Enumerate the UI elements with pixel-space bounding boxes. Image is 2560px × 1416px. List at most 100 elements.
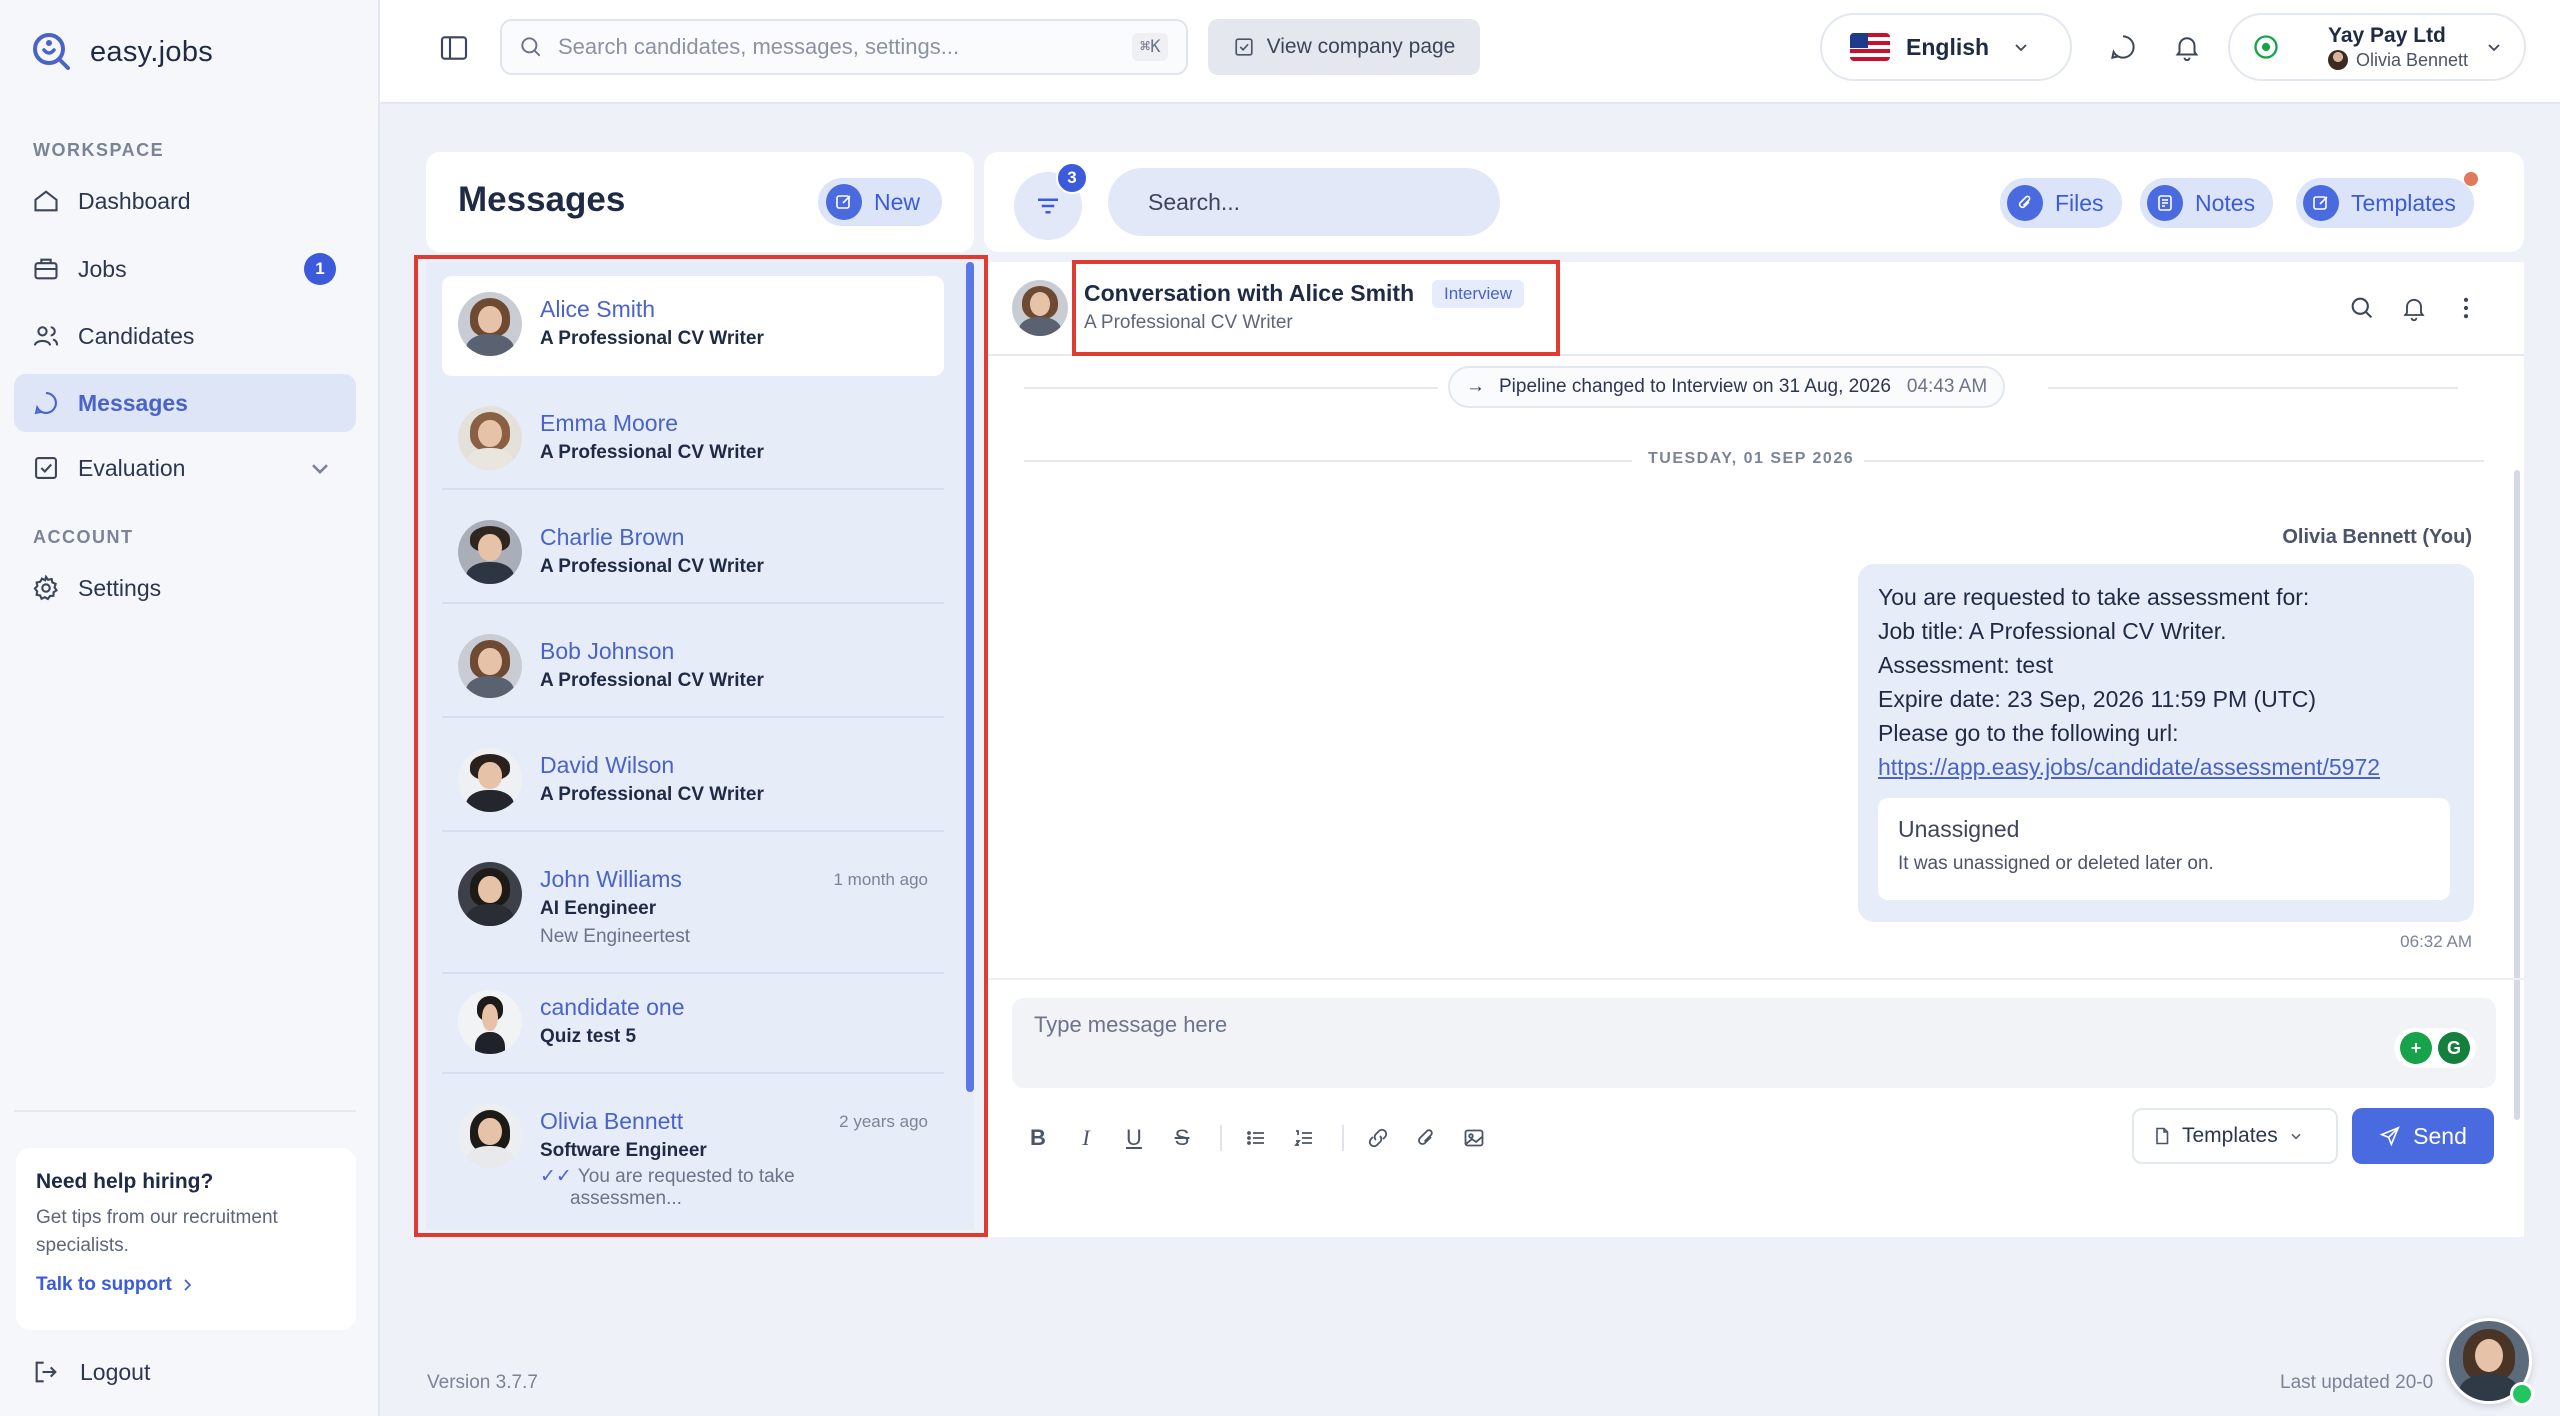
- conversation-header: Conversation with Alice Smith Interview …: [984, 262, 2524, 356]
- chat-icon: [34, 392, 57, 415]
- underline-icon[interactable]: U: [1120, 1124, 1148, 1152]
- sidebar-item-dashboard[interactable]: Dashboard: [14, 172, 356, 230]
- divider: [1220, 1125, 1222, 1151]
- list-item[interactable]: Emma Moore A Professional CV Writer: [442, 390, 944, 490]
- account-user-name: Olivia Bennett: [2356, 49, 2469, 70]
- sidebar-item-evaluation[interactable]: Evaluation: [14, 439, 356, 497]
- conversation-search-input[interactable]: [1108, 168, 1500, 236]
- image-icon[interactable]: [1460, 1124, 1488, 1152]
- list-item[interactable]: Alice Smith A Professional CV Writer: [442, 276, 944, 376]
- talk-to-support-link[interactable]: Talk to support: [36, 1274, 336, 1296]
- insert-template-dropdown[interactable]: Templates: [2132, 1108, 2338, 1164]
- sidebar: easy.jobs WORKSPACE Dashboard Jobs 1 Can…: [0, 0, 380, 1416]
- list-item[interactable]: John Williams 1 month ago AI Eengineer N…: [442, 846, 944, 974]
- messages-header: Messages New: [426, 152, 974, 252]
- paperclip-icon[interactable]: [1412, 1124, 1440, 1152]
- ai-assist-icon[interactable]: +: [2400, 1032, 2432, 1064]
- sidebar-item-candidates[interactable]: Candidates: [14, 307, 356, 365]
- link-icon[interactable]: [1364, 1124, 1392, 1152]
- language-selector[interactable]: English: [1820, 13, 2072, 81]
- list-item-job: A Professional CV Writer: [540, 784, 764, 805]
- workspace-section-label: WORKSPACE: [33, 140, 165, 160]
- bold-icon[interactable]: B: [1024, 1124, 1052, 1152]
- list-item-name: Emma Moore: [540, 410, 679, 436]
- list-item-preview: ✓✓ You are requested to take assessmen...: [540, 1166, 830, 1210]
- message-input[interactable]: [1034, 1012, 2394, 1072]
- sidebar-item-settings[interactable]: Settings: [14, 559, 356, 617]
- global-search-input[interactable]: [558, 34, 1118, 60]
- list-scrollbar[interactable]: [966, 262, 974, 1092]
- help-card: Need help hiring? Get tips from our recr…: [16, 1148, 356, 1330]
- message-time: 06:32 AM: [2400, 932, 2472, 951]
- grammarly-icon[interactable]: G: [2438, 1032, 2470, 1064]
- chevron-down-icon: [2015, 44, 2027, 52]
- pipeline-note-text: Pipeline changed to Interview on 31 Aug,…: [1499, 376, 1891, 397]
- sidebar-toggle-icon[interactable]: [438, 32, 470, 64]
- avatar: [458, 406, 522, 470]
- list-item-name: Alice Smith: [540, 296, 656, 322]
- avatar: [458, 990, 522, 1054]
- paperclip-icon: [2007, 185, 2043, 221]
- sidebar-item-label: Settings: [78, 574, 162, 601]
- brand-logo[interactable]: easy.jobs: [28, 28, 213, 76]
- sidebar-item-jobs[interactable]: Jobs 1: [14, 240, 356, 298]
- notes-label: Notes: [2195, 189, 2256, 216]
- conversation-scrollbar[interactable]: [2514, 470, 2520, 1120]
- account-switcher[interactable]: Yay Pay Ltd Olivia Bennett: [2228, 13, 2526, 81]
- list-item[interactable]: Charlie Brown A Professional CV Writer: [442, 504, 944, 604]
- list-item-subtitle: New Engineertest: [540, 926, 690, 947]
- italic-icon[interactable]: I: [1072, 1124, 1100, 1152]
- global-search[interactable]: ⌘K: [500, 19, 1188, 75]
- checklist-icon: [35, 457, 57, 479]
- new-message-button[interactable]: New: [818, 178, 942, 226]
- templates-button[interactable]: Templates: [2296, 172, 2478, 228]
- home-icon: [34, 190, 58, 212]
- help-title: Need help hiring?: [36, 1170, 214, 1193]
- sidebar-item-label: Evaluation: [78, 454, 186, 481]
- preview-text-line-1: You are requested to take: [577, 1166, 795, 1187]
- list-item[interactable]: candidate one Quiz test 5: [442, 974, 944, 1074]
- chevron-down-icon: [2488, 44, 2500, 52]
- list-item[interactable]: Olivia Bennett 2 years ago Software Engi…: [442, 1088, 944, 1226]
- files-button[interactable]: Files: [2000, 178, 2122, 228]
- chat-icon[interactable]: [2108, 32, 2138, 62]
- divider: [984, 978, 2524, 980]
- divider: [1024, 460, 1632, 462]
- day-separator-label: TUESDAY, 01 SEP 2026: [1648, 450, 1855, 467]
- arrow-right-icon: →: [1466, 376, 1485, 397]
- logout-button[interactable]: Logout: [32, 1358, 150, 1386]
- app-version: Version 3.7.7: [427, 1372, 538, 1393]
- list-item-job: A Professional CV Writer: [540, 556, 764, 577]
- avatar: [1012, 280, 1068, 336]
- account-section-label: ACCOUNT: [33, 527, 134, 547]
- company-logo-icon: [2254, 35, 2278, 59]
- us-flag-icon: [1850, 33, 1890, 61]
- more-vertical-icon[interactable]: [2452, 294, 2480, 322]
- message-line: Job title: A Professional CV Writer.: [1878, 618, 2227, 644]
- filter-count-badge: 3: [1056, 162, 1088, 194]
- online-status-indicator: [2510, 1382, 2534, 1406]
- strikethrough-icon[interactable]: S: [1168, 1124, 1196, 1152]
- sidebar-item-messages[interactable]: Messages: [14, 374, 356, 432]
- search-icon[interactable]: [2348, 294, 2376, 322]
- send-button[interactable]: Send: [2352, 1108, 2494, 1164]
- list-item-time: 1 month ago: [833, 870, 928, 889]
- conversation-subtitle: A Professional CV Writer: [1084, 312, 1293, 333]
- list-item[interactable]: Bob Johnson A Professional CV Writer: [442, 618, 944, 718]
- avatar: [458, 1104, 522, 1168]
- list-item-name: Charlie Brown: [540, 524, 685, 550]
- gear-icon: [33, 574, 58, 601]
- chevron-down-icon: [2291, 1133, 2301, 1140]
- view-company-page-button[interactable]: View company page: [1208, 19, 1480, 75]
- numbered-list-icon[interactable]: [1290, 1124, 1318, 1152]
- bell-icon[interactable]: [2172, 32, 2202, 62]
- assessment-link[interactable]: https://app.easy.jobs/candidate/assessme…: [1878, 754, 2380, 780]
- list-item-name: John Williams: [540, 866, 682, 892]
- notes-button[interactable]: Notes: [2140, 178, 2274, 228]
- writing-assistant-buttons[interactable]: + G: [2394, 1028, 2476, 1068]
- jobs-count-badge: 1: [304, 253, 336, 285]
- help-text: Get tips from our recruitment specialist…: [36, 1207, 278, 1256]
- list-item[interactable]: David Wilson A Professional CV Writer: [442, 732, 944, 832]
- bell-icon[interactable]: [2400, 294, 2428, 322]
- bullet-list-icon[interactable]: [1242, 1124, 1270, 1152]
